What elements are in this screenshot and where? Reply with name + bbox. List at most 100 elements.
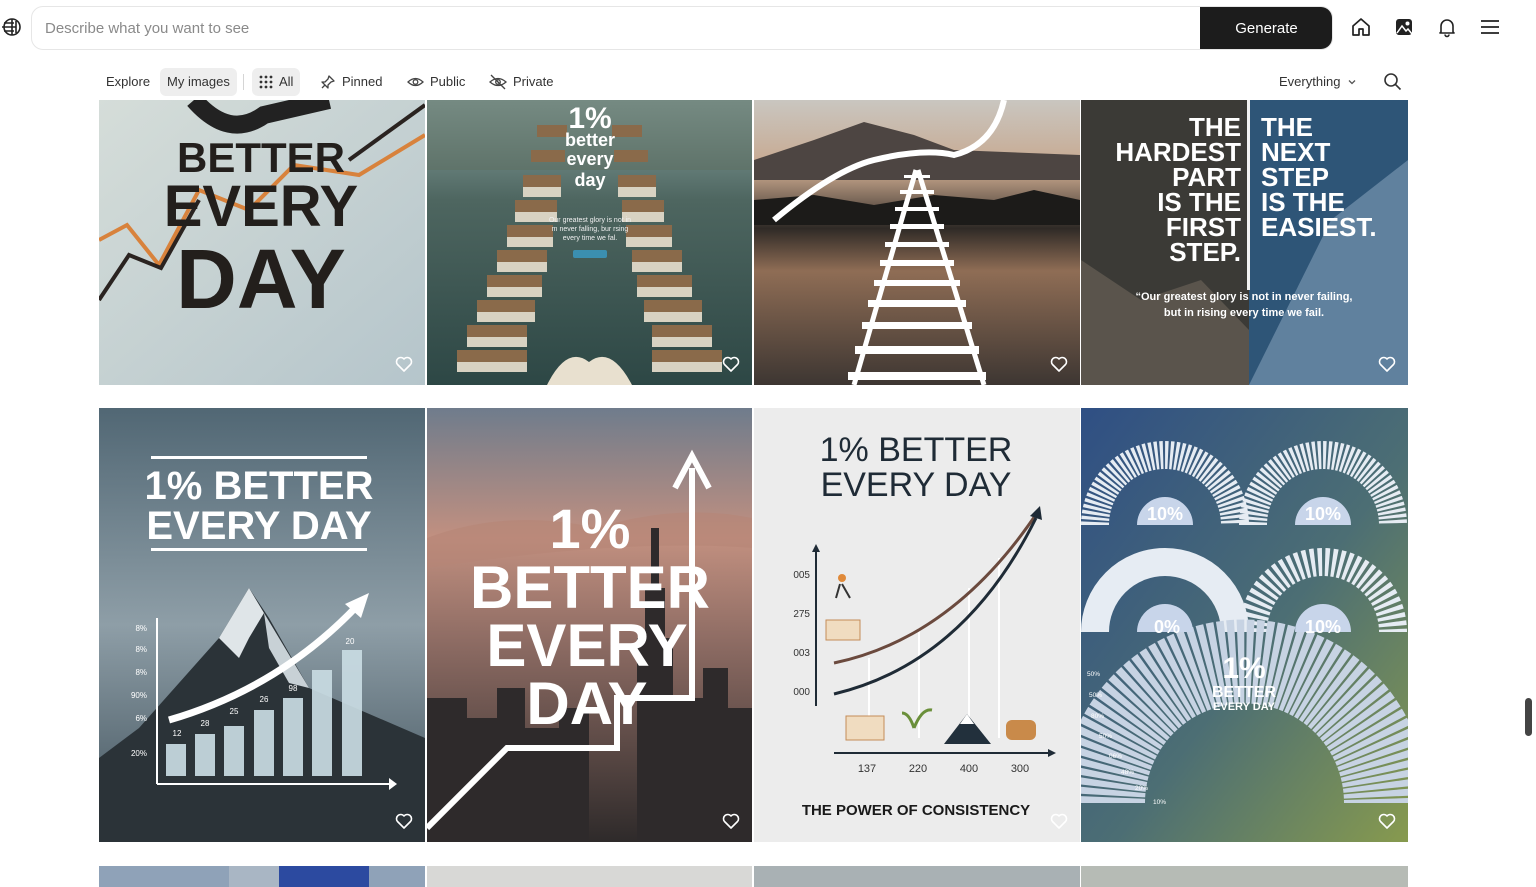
image-card[interactable]: 1% BETTER EVERY DAY — [427, 408, 752, 842]
eye-icon — [407, 77, 424, 87]
card2-quote3: every time we fal. — [563, 235, 618, 242]
image-card[interactable] — [427, 866, 752, 887]
card8-side: 10% — [1153, 799, 1166, 806]
heart-icon[interactable] — [722, 812, 740, 830]
filter-public[interactable]: Public — [407, 68, 465, 96]
filter-bar: Explore My images All Pinned Public Priv… — [0, 64, 1536, 100]
card6-line4: DAY — [526, 670, 647, 737]
image-city-sunset: 1% BETTER EVERY DAY — [427, 408, 752, 842]
filter-pinned[interactable]: Pinned — [320, 68, 382, 96]
filter-private-label: Private — [513, 74, 554, 89]
image-mountain-growth-chart: 1% BETTER EVERY DAY 8% 8% 8% 90% 6% 20% … — [99, 408, 425, 842]
card1-line3: DAY — [176, 232, 346, 326]
heart-icon[interactable] — [1050, 812, 1068, 830]
card5-label: 12 — [173, 729, 182, 738]
heart-icon[interactable] — [1378, 812, 1396, 830]
image-card[interactable]: 10% 10% 0% 10% 1% BETTER EVERY DAY 50% 5… — [1081, 408, 1408, 842]
card5-label: 28 — [201, 719, 210, 728]
prompt-input[interactable] — [32, 7, 1200, 49]
card2-line4: day — [574, 170, 605, 190]
heart-icon[interactable] — [395, 812, 413, 830]
heart-icon[interactable] — [1050, 355, 1068, 373]
card4-quote2: but in rising every time we fail. — [1164, 307, 1324, 319]
sort-dropdown[interactable]: Everything — [1279, 68, 1358, 96]
card6-line3: EVERY — [486, 612, 687, 679]
home-icon[interactable] — [1350, 16, 1372, 38]
card2-quote2: m never falling, bur rsing — [552, 226, 629, 233]
image-card[interactable]: THE HARDEST PART IS THE FIRST STEP. THE … — [1081, 100, 1408, 385]
card8-line2: BETTER — [1212, 684, 1276, 701]
image-better-every-day-chart: BETTER EVERY DAY — [99, 100, 425, 385]
card8-side: 50% — [1089, 692, 1102, 699]
tab-explore-label: Explore — [106, 74, 151, 89]
card2-line2: better — [565, 130, 615, 150]
card4-quote1: “Our greatest glory is not in never fail… — [1136, 291, 1353, 303]
heart-icon[interactable] — [395, 355, 413, 373]
card8-line3: EVERY DAY — [1213, 701, 1276, 713]
card7-ytick: 000 — [793, 687, 810, 698]
gallery-icon[interactable] — [1393, 16, 1415, 38]
filter-divider — [243, 74, 244, 90]
image-card[interactable] — [754, 100, 1080, 385]
filter-public-label: Public — [430, 74, 466, 89]
image-card[interactable] — [1081, 866, 1408, 887]
card5-line2: EVERY DAY — [146, 504, 372, 548]
filter-all[interactable]: All — [252, 68, 301, 96]
card5-ytick: 8% — [135, 668, 147, 677]
card7-xtick: 220 — [909, 763, 927, 775]
card2-line3: every — [566, 149, 613, 169]
card7-footer: THE POWER OF CONSISTENCY — [802, 802, 1030, 819]
image-card[interactable]: BETTER EVERY DAY — [99, 100, 425, 385]
card2-quote1: Our greatest glory is not in — [549, 217, 631, 224]
eye-off-icon — [489, 74, 507, 90]
scrollbar-thumb[interactable] — [1525, 698, 1532, 736]
sort-dropdown-value: Everything — [1279, 74, 1341, 89]
card5-label: 25 — [230, 707, 239, 716]
card5-label: 98 — [289, 684, 298, 693]
card7-xtick: 300 — [1011, 763, 1029, 775]
tab-my-images[interactable]: My images — [160, 68, 237, 96]
card5-label: 26 — [260, 695, 269, 704]
image-card[interactable] — [754, 866, 1080, 887]
image-card[interactable]: 1% BETTER EVERY DAY 8% 8% 8% 90% 6% 20% … — [99, 408, 425, 842]
card7-xtick: 137 — [858, 763, 876, 775]
brand-logo-icon[interactable] — [0, 14, 24, 40]
image-thumb-partial — [279, 866, 369, 887]
tab-explore[interactable]: Explore — [106, 68, 150, 96]
card6-line1: 1% — [550, 497, 631, 560]
card8-side: 50% — [1087, 671, 1100, 678]
generate-button[interactable]: Generate — [1200, 7, 1332, 49]
card5-ytick: 6% — [135, 714, 147, 723]
prompt-bar: Generate — [31, 6, 1333, 50]
card1-line2: EVERY — [164, 174, 358, 239]
image-first-step-quote: THE HARDEST PART IS THE FIRST STEP. THE … — [1081, 100, 1408, 385]
card5-ytick: 20% — [131, 749, 147, 758]
image-card[interactable]: 1% better every day Our greatest glory i… — [427, 100, 752, 385]
card5-ytick: 90% — [131, 691, 147, 700]
heart-icon[interactable] — [722, 355, 740, 373]
card8-side: 50% — [1099, 733, 1112, 740]
filter-pinned-label: Pinned — [342, 74, 383, 89]
image-railway-lake — [754, 100, 1080, 385]
card7-line2: EVERY DAY — [821, 466, 1012, 504]
card8-side: 48% — [1121, 769, 1134, 776]
image-card[interactable] — [99, 866, 425, 887]
card7-ytick: 005 — [793, 570, 810, 581]
image-card[interactable]: 1% BETTER EVERY DAY 005 275 003 000 137 … — [754, 408, 1080, 842]
card7-ytick: 275 — [793, 609, 810, 620]
card5-ytick: 8% — [135, 645, 147, 654]
search-icon[interactable] — [1383, 72, 1402, 91]
card8-gauge2: 10% — [1305, 504, 1341, 524]
bell-icon[interactable] — [1436, 16, 1458, 38]
grid-icon — [259, 75, 273, 89]
heart-icon[interactable] — [1378, 355, 1396, 373]
card8-side: 06% — [1109, 753, 1122, 760]
tab-my-images-label: My images — [167, 74, 230, 89]
menu-icon[interactable] — [1479, 16, 1501, 38]
top-bar: Generate — [0, 0, 1536, 56]
filter-private[interactable]: Private — [489, 68, 553, 96]
card4-right-5: EASIEST. — [1261, 212, 1377, 242]
image-book-stairs: 1% better every day Our greatest glory i… — [427, 100, 752, 385]
card5-ytick: 8% — [135, 624, 147, 633]
card8-gauge3: 0% — [1154, 617, 1180, 637]
